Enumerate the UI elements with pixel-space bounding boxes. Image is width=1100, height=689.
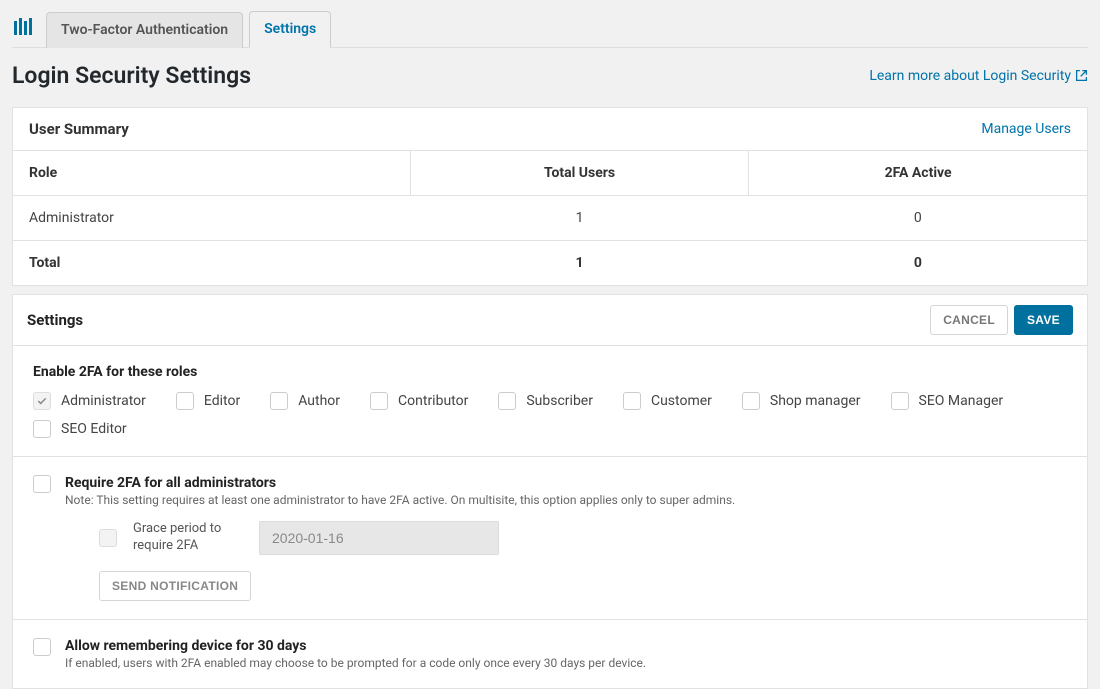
role-checkbox-subscriber[interactable]: Subscriber [498,392,593,410]
col-2fa-active: 2FA Active [749,151,1087,196]
section-require-admin: Require 2FA for all administrators Note:… [13,457,1087,620]
checkbox-icon [498,392,516,410]
page-title: Login Security Settings [12,62,251,89]
role-checkbox-administrator[interactable]: Administrator [33,392,146,410]
role-label: Editor [204,393,240,409]
cell-active: 0 [749,196,1087,241]
checkbox-icon [270,392,288,410]
role-checkbox-contributor[interactable]: Contributor [370,392,468,410]
settings-title: Settings [27,311,83,329]
role-checkbox-customer[interactable]: Customer [623,392,712,410]
checkbox-icon [33,420,51,438]
role-checkbox-seo-manager[interactable]: SEO Manager [891,392,1004,410]
enable-roles-title: Enable 2FA for these roles [33,364,1067,380]
role-label: Contributor [398,393,468,409]
send-notification-button[interactable]: SEND NOTIFICATION [99,571,251,601]
footer-label: Total [13,241,410,286]
role-label: SEO Editor [61,421,127,437]
table-row-total: Total 1 0 [13,241,1087,286]
checkbox-icon [33,392,51,410]
user-summary-table: Role Total Users 2FA Active Administrato… [13,151,1087,285]
save-button[interactable]: SAVE [1014,305,1073,335]
role-label: Author [298,393,340,409]
checkbox-icon [742,392,760,410]
require-admin-checkbox[interactable] [33,475,51,493]
role-label: Administrator [61,393,146,409]
role-label: Subscriber [526,393,593,409]
role-label: Shop manager [770,393,861,409]
require-admin-note: Note: This setting requires at least one… [65,493,1067,507]
footer-active: 0 [749,241,1087,286]
grace-period-checkbox[interactable] [99,529,117,547]
learn-more-label: Learn more about Login Security [869,68,1071,84]
tab-two-factor-authentication[interactable]: Two-Factor Authentication [46,12,243,48]
checkbox-icon [891,392,909,410]
manage-users-link[interactable]: Manage Users [981,121,1071,137]
role-checkbox-author[interactable]: Author [270,392,340,410]
tab-settings[interactable]: Settings [249,11,331,48]
footer-total: 1 [410,241,748,286]
cell-total: 1 [410,196,748,241]
role-label: SEO Manager [919,393,1004,409]
settings-panel: Settings CANCEL SAVE Enable 2FA for thes… [12,294,1088,689]
role-checkbox-editor[interactable]: Editor [176,392,240,410]
grace-period-input[interactable] [259,521,499,555]
remember-device-checkbox[interactable] [33,638,51,656]
wordfence-logo-icon [12,15,36,39]
grace-period-label: Grace period to require 2FA [133,521,243,555]
checkbox-icon [176,392,194,410]
col-total-users: Total Users [410,151,748,196]
user-summary-panel: User Summary Manage Users Role Total Use… [12,107,1088,286]
table-row: Administrator 1 0 [13,196,1087,241]
external-link-icon [1075,69,1088,82]
section-enable-roles: Enable 2FA for these roles Administrator… [13,346,1087,457]
col-role: Role [13,151,410,196]
remember-device-title: Allow remembering device for 30 days [65,638,1067,654]
checkbox-icon [623,392,641,410]
cancel-button[interactable]: CANCEL [930,305,1008,335]
cell-role: Administrator [13,196,410,241]
role-checkbox-shop-manager[interactable]: Shop manager [742,392,861,410]
role-checkbox-seo-editor[interactable]: SEO Editor [33,420,127,438]
require-admin-title: Require 2FA for all administrators [65,475,1067,491]
remember-device-note: If enabled, users with 2FA enabled may c… [65,656,1067,670]
user-summary-title: User Summary [29,120,129,138]
checkbox-icon [370,392,388,410]
tab-strip: Two-Factor Authentication Settings [12,10,1088,48]
learn-more-link[interactable]: Learn more about Login Security [869,68,1088,84]
role-label: Customer [651,393,712,409]
